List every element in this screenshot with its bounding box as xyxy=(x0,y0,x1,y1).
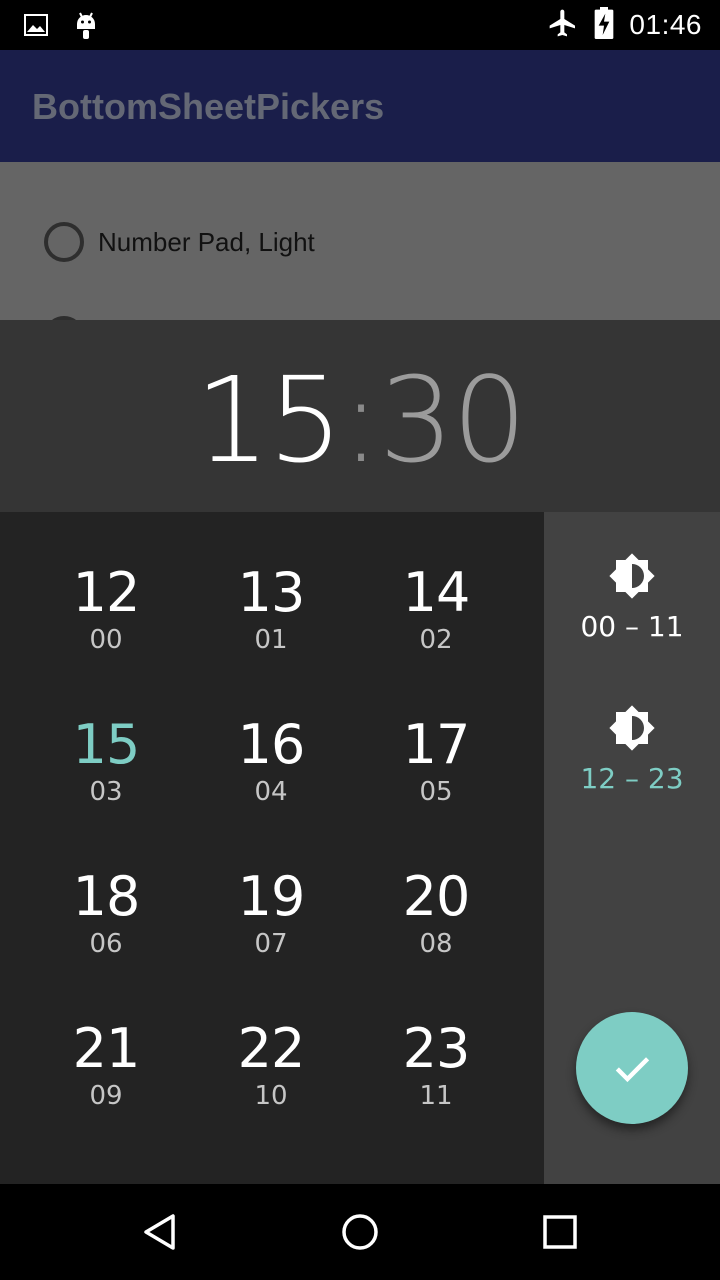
check-icon xyxy=(615,1057,650,1083)
app-title: BottomSheetPickers xyxy=(32,86,385,127)
time-header: 15:30 xyxy=(0,320,720,512)
hour-cell-15[interactable]: 15 03 xyxy=(26,714,186,834)
battery-charging-icon xyxy=(593,7,615,43)
hour-12: 03 xyxy=(89,777,123,807)
back-button[interactable] xyxy=(136,1208,184,1256)
hours-display[interactable]: 15 xyxy=(195,351,343,489)
hour-cell-18[interactable]: 18 06 xyxy=(26,866,186,986)
home-button[interactable] xyxy=(336,1208,384,1256)
half-day-label: 12 – 23 xyxy=(580,762,684,795)
hour-cell-19[interactable]: 19 07 xyxy=(191,866,351,986)
hour-12: 05 xyxy=(419,777,453,807)
hour-12: 00 xyxy=(89,625,123,655)
hour-12: 08 xyxy=(419,929,453,959)
time-separator: : xyxy=(341,351,381,489)
hour-cell-12[interactable]: 12 00 xyxy=(26,562,186,682)
hour-cell-21[interactable]: 21 09 xyxy=(26,1018,186,1138)
half-day-am-button[interactable]: 00 – 11 xyxy=(544,552,720,682)
hour-cell-14[interactable]: 14 02 xyxy=(356,562,516,682)
hour-cell-16[interactable]: 16 04 xyxy=(191,714,351,834)
time-display: 15:30 xyxy=(0,360,720,480)
half-day-pm-button[interactable]: 12 – 23 xyxy=(544,704,720,834)
hour-12: 01 xyxy=(254,625,288,655)
hour-cell-13[interactable]: 13 01 xyxy=(191,562,351,682)
android-icon xyxy=(74,10,98,44)
hour-24: 23 xyxy=(402,1017,471,1080)
confirm-button[interactable] xyxy=(576,1012,688,1124)
hour-cell-22[interactable]: 22 10 xyxy=(191,1018,351,1138)
image-icon xyxy=(24,13,48,41)
hour-12: 04 xyxy=(254,777,288,807)
brightness-half-icon xyxy=(609,705,655,751)
app-bar: BottomSheetPickers xyxy=(0,50,720,162)
content-area: Number Pad, Light xyxy=(0,162,720,320)
hour-grid: 12 00 13 01 14 02 15 03 16 04 17 05 18 06 19 07 20 08 21 09… xyxy=(0,512,544,1184)
hour-12: 10 xyxy=(254,1081,288,1111)
recents-icon xyxy=(543,1215,577,1249)
hour-12: 11 xyxy=(419,1081,453,1111)
hour-24: 14 xyxy=(402,561,471,624)
back-icon xyxy=(144,1214,175,1250)
hour-24: 19 xyxy=(237,865,306,928)
hour-12: 06 xyxy=(89,929,123,959)
radio-option-number-pad-light[interactable]: Number Pad, Light xyxy=(44,222,315,262)
hour-12: 02 xyxy=(419,625,453,655)
hour-cell-17[interactable]: 17 05 xyxy=(356,714,516,834)
radio-label: Number Pad, Light xyxy=(98,226,315,257)
hour-cell-20[interactable]: 20 08 xyxy=(356,866,516,986)
hour-24: 18 xyxy=(72,865,141,928)
status-bar: 01:46 xyxy=(0,0,720,50)
hour-24: 20 xyxy=(402,865,471,928)
home-icon xyxy=(342,1214,378,1250)
half-day-label: 00 – 11 xyxy=(580,610,684,643)
navigation-bar xyxy=(0,1184,720,1280)
hour-cell-23[interactable]: 23 11 xyxy=(356,1018,516,1138)
hour-24: 12 xyxy=(72,561,141,624)
hour-12: 07 xyxy=(254,929,288,959)
hour-12: 09 xyxy=(89,1081,123,1111)
brightness-half-icon xyxy=(609,553,655,599)
radio-button[interactable] xyxy=(44,222,84,262)
hour-24: 13 xyxy=(237,561,306,624)
hour-24: 16 xyxy=(237,713,306,776)
airplane-mode-icon xyxy=(547,7,579,43)
hour-24: 15 xyxy=(72,713,141,776)
minutes-display[interactable]: 30 xyxy=(379,351,527,489)
recents-button[interactable] xyxy=(536,1208,584,1256)
hour-24: 17 xyxy=(402,713,471,776)
clock: 01:46 xyxy=(629,9,702,40)
hour-24: 22 xyxy=(237,1017,306,1080)
hour-24: 21 xyxy=(72,1017,141,1080)
